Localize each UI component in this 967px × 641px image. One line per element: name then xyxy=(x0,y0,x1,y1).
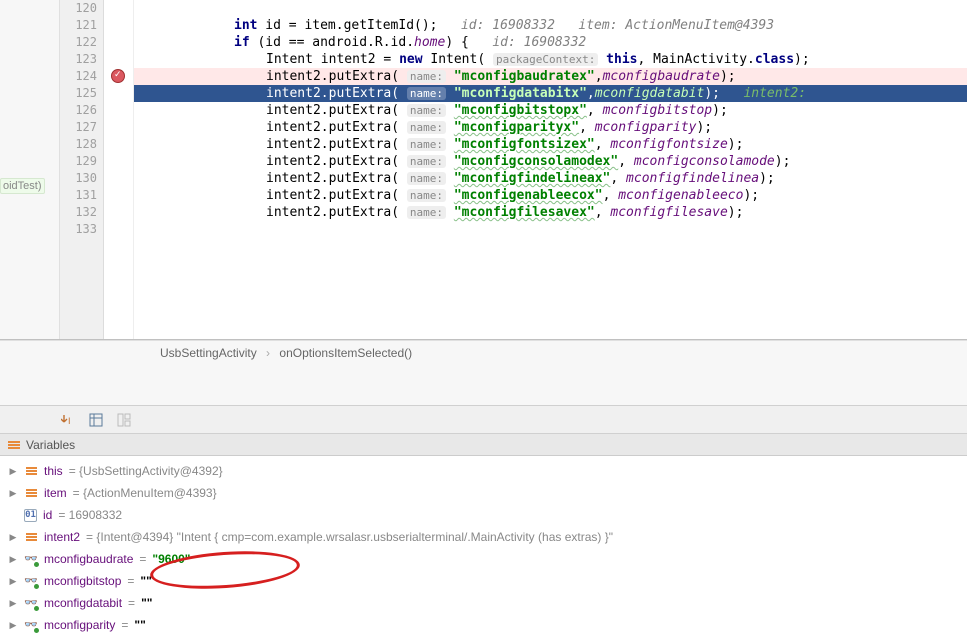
line-number[interactable]: 127 xyxy=(60,119,103,136)
variable-value: = 16908332 xyxy=(58,504,122,526)
expander-icon[interactable]: ▶ xyxy=(8,570,18,592)
variable-value: = xyxy=(139,548,146,570)
debug-toolbar: I xyxy=(0,406,967,434)
variable-row[interactable]: ▶ item = {ActionMenuItem@4393} xyxy=(8,482,967,504)
line-number[interactable]: 128 xyxy=(60,136,103,153)
line-number[interactable]: 130 xyxy=(60,170,103,187)
code-line[interactable]: intent2.putExtra( name: "mconfigbitstopx… xyxy=(134,102,967,119)
expander-icon[interactable]: ▶ xyxy=(8,614,18,636)
code-line[interactable]: int id = item.getItemId(); id: 16908332 … xyxy=(134,17,967,34)
object-icon xyxy=(24,486,38,500)
code-line[interactable]: if (id == android.R.id.home) { id: 16908… xyxy=(134,34,967,51)
variable-row[interactable]: ▶ mconfigdatabit = "" xyxy=(8,592,967,614)
variable-name: mconfigbitstop xyxy=(44,570,121,592)
expander-icon[interactable]: ▶ xyxy=(8,526,18,548)
object-icon xyxy=(24,464,38,478)
code-line[interactable]: intent2.putExtra( name: "mconfigbaudrate… xyxy=(134,68,967,85)
code-line[interactable]: Intent intent2 = new Intent( packageCont… xyxy=(134,51,967,68)
variable-name: this xyxy=(44,460,63,482)
variable-row[interactable]: ▶ mconfigparity = "" xyxy=(8,614,967,636)
line-number[interactable]: 121 xyxy=(60,17,103,34)
variable-row[interactable]: ▶ this = {UsbSettingActivity@4392} xyxy=(8,460,967,482)
variable-name: mconfigparity xyxy=(44,614,115,636)
variable-row[interactable]: ▶ mconfigbitstop = "" xyxy=(8,570,967,592)
watch-icon xyxy=(24,596,38,610)
line-number[interactable]: 123 xyxy=(60,51,103,68)
variable-value: = xyxy=(128,592,135,614)
marker-column[interactable] xyxy=(104,0,134,339)
breadcrumb-class[interactable]: UsbSettingActivity xyxy=(160,346,257,360)
chevron-right-icon: › xyxy=(266,346,270,360)
variable-row[interactable]: ▶ mconfigbaudrate = "9600" xyxy=(8,548,967,570)
expander-icon[interactable]: ▶ xyxy=(8,460,18,482)
variable-name: mconfigbaudrate xyxy=(44,548,133,570)
step-into-icon[interactable]: I xyxy=(60,412,76,428)
variable-name: intent2 xyxy=(44,526,80,548)
object-icon xyxy=(24,530,38,544)
variable-value: = {ActionMenuItem@4393} xyxy=(73,482,217,504)
code-line[interactable]: intent2.putExtra( name: "mconfigdatabitx… xyxy=(134,85,967,102)
table-view-icon[interactable] xyxy=(88,412,104,428)
expander-icon[interactable]: ▶ xyxy=(8,482,18,504)
variables-header[interactable]: Variables xyxy=(0,434,967,456)
breadcrumb-method[interactable]: onOptionsItemSelected() xyxy=(279,346,412,360)
code-line[interactable]: intent2.putExtra( name: "mconfigfilesave… xyxy=(134,204,967,221)
variable-value: = xyxy=(121,614,128,636)
line-number[interactable]: 132 xyxy=(60,204,103,221)
line-number[interactable]: 126 xyxy=(60,102,103,119)
line-number-gutter[interactable]: 1201211221231241251261271281291301311321… xyxy=(60,0,104,339)
line-number[interactable]: 131 xyxy=(60,187,103,204)
variable-string-value: "9600" xyxy=(152,548,190,570)
left-margin: oidTest) xyxy=(0,0,60,339)
line-number[interactable]: 122 xyxy=(60,34,103,51)
variables-tree[interactable]: ▶ this = {UsbSettingActivity@4392} ▶ item =… xyxy=(0,456,967,636)
editor-area: oidTest) 1201211221231241251261271281291… xyxy=(0,0,967,340)
expander-icon[interactable]: ▶ xyxy=(8,548,18,570)
variable-row[interactable]: ▶ intent2 = {Intent@4394} "Intent { cmp=c… xyxy=(8,526,967,548)
expander-icon[interactable]: ▶ xyxy=(8,592,18,614)
left-tag: oidTest) xyxy=(0,178,45,194)
line-number[interactable]: 129 xyxy=(60,153,103,170)
watch-icon xyxy=(24,574,38,588)
variable-name: mconfigdatabit xyxy=(44,592,122,614)
code-line[interactable]: intent2.putExtra( name: "mconfigfontsize… xyxy=(134,136,967,153)
variable-string-value: "" xyxy=(140,570,151,592)
variable-value: = {Intent@4394} "Intent { cmp=com.exampl… xyxy=(86,526,613,548)
variable-value: = {UsbSettingActivity@4392} xyxy=(69,460,223,482)
variable-value: = xyxy=(127,570,134,592)
breakpoint-icon[interactable] xyxy=(111,69,125,83)
breadcrumb[interactable]: UsbSettingActivity › onOptionsItemSelect… xyxy=(0,340,967,364)
layout-icon[interactable] xyxy=(116,412,132,428)
code-line[interactable]: intent2.putExtra( name: "mconfigconsolam… xyxy=(134,153,967,170)
line-number[interactable]: 133 xyxy=(60,221,103,238)
variable-string-value: "" xyxy=(141,592,152,614)
code-area[interactable]: int id = item.getItemId(); id: 16908332 … xyxy=(134,0,967,339)
line-number[interactable]: 120 xyxy=(60,0,103,17)
editor-blank-area xyxy=(0,364,967,406)
watch-icon xyxy=(24,618,38,632)
svg-text:I: I xyxy=(68,416,71,426)
code-line[interactable] xyxy=(134,221,967,238)
code-line[interactable]: intent2.putExtra( name: "mconfigparityx"… xyxy=(134,119,967,136)
line-number[interactable]: 125 xyxy=(60,85,103,102)
variables-title: Variables xyxy=(26,434,75,456)
code-line[interactable]: intent2.putExtra( name: "mconfigenableec… xyxy=(134,187,967,204)
line-number[interactable]: 124 xyxy=(60,68,103,85)
variable-string-value: "" xyxy=(134,614,145,636)
watch-icon xyxy=(24,552,38,566)
primitive-icon: 01 xyxy=(24,509,37,522)
variable-row[interactable]: 01 id = 16908332 xyxy=(8,504,967,526)
editor-wrap: oidTest) 1201211221231241251261271281291… xyxy=(0,0,967,406)
code-line[interactable] xyxy=(134,0,967,17)
variables-icon xyxy=(8,439,20,451)
variable-name: id xyxy=(43,504,52,526)
code-line[interactable]: intent2.putExtra( name: "mconfigfindelin… xyxy=(134,170,967,187)
variable-name: item xyxy=(44,482,67,504)
